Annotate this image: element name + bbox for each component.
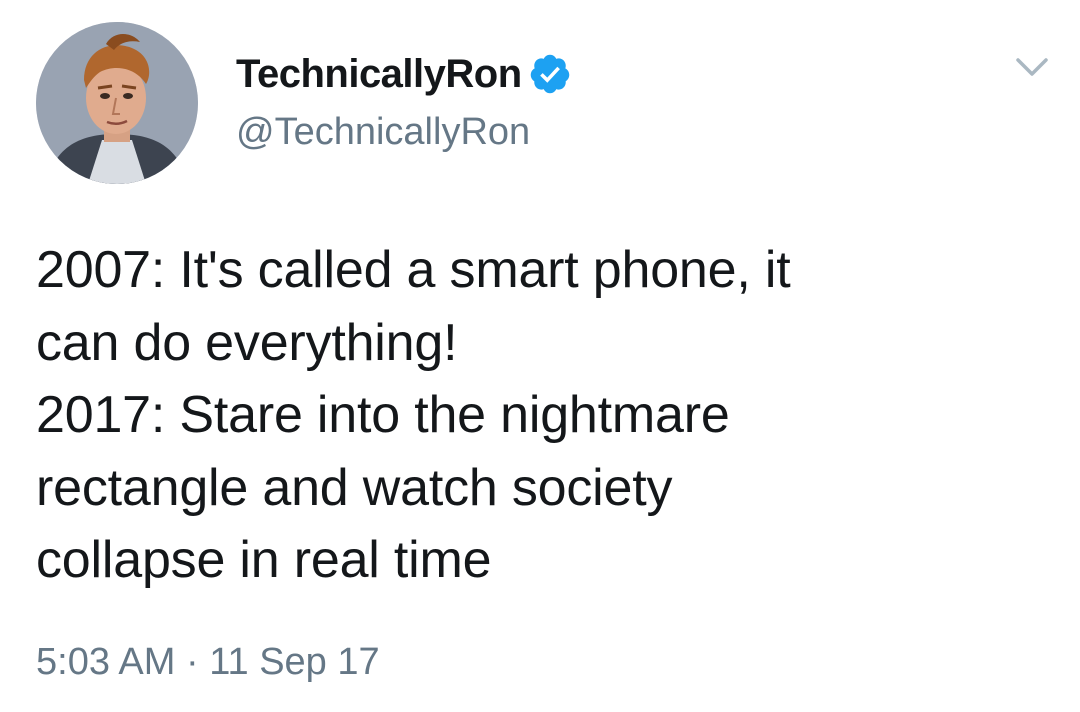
author-name-row: TechnicallyRon bbox=[236, 48, 572, 100]
avatar-illustration bbox=[36, 22, 198, 184]
tweet-line: collapse in real time bbox=[36, 531, 492, 589]
handle[interactable]: @TechnicallyRon bbox=[236, 108, 530, 156]
verified-badge-icon bbox=[528, 52, 572, 96]
timestamp[interactable]: 5:03 AM · 11 Sep 17 bbox=[36, 638, 380, 686]
tweet-line: can do everything! bbox=[36, 313, 458, 372]
avatar[interactable] bbox=[36, 22, 198, 184]
chevron-down-icon[interactable] bbox=[1012, 52, 1052, 82]
tweet-line: 2017: Stare into the nightmare bbox=[36, 386, 730, 444]
tweet-line: rectangle and watch society bbox=[36, 458, 673, 517]
display-name[interactable]: TechnicallyRon bbox=[236, 48, 522, 100]
tweet-line: 2007: It's called a smart phone, it bbox=[36, 241, 791, 299]
tweet-text: 2007: It's called a smart phone, it can … bbox=[36, 234, 1046, 597]
